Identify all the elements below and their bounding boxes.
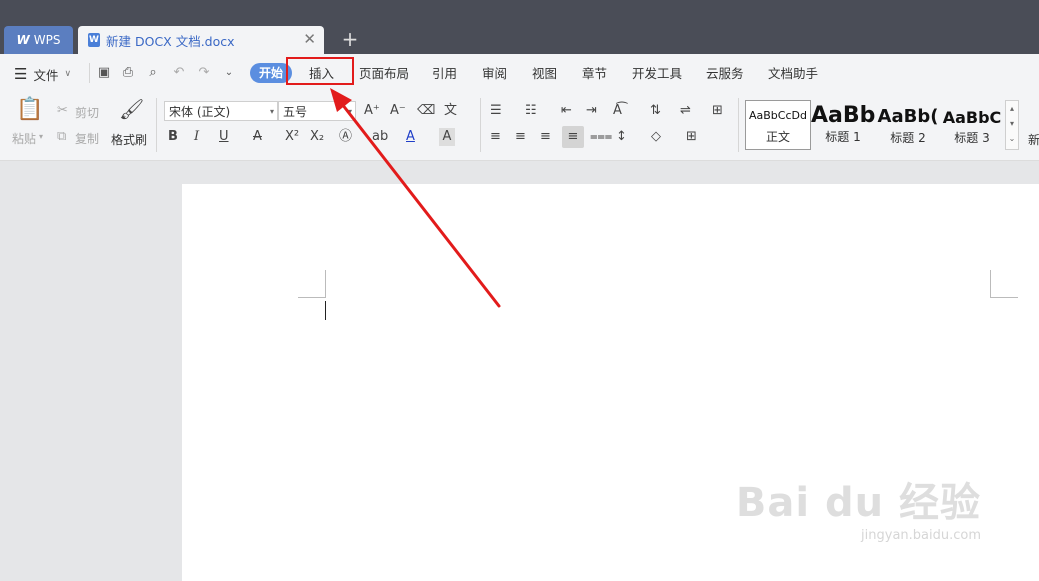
line-spacing-icon[interactable]: ↕ [616, 128, 627, 146]
style-heading-3-preview: AaBbC [942, 108, 1002, 127]
format-painter-icon[interactable]: 🖌 [119, 99, 144, 119]
watermark-sub: jingyan.baidu.com [861, 528, 981, 543]
cut-icon[interactable]: ✂ [57, 102, 68, 120]
numbered-list-icon[interactable]: ☷ [525, 102, 537, 120]
decrease-indent-icon[interactable]: ⇤ [561, 102, 572, 120]
menu-view[interactable]: 视图 [532, 64, 557, 84]
distributed-align-icon[interactable]: ⩶ [590, 128, 612, 146]
close-tab-icon[interactable]: ✕ [303, 30, 316, 48]
styles-scroll[interactable]: ▴ ▾ ⌄ [1005, 100, 1019, 150]
clear-format-icon[interactable]: ⌫ [417, 102, 435, 120]
increase-indent-icon[interactable]: ⇥ [586, 102, 597, 120]
hamburger-icon: ☰ [14, 65, 28, 83]
new-style-label[interactable]: 新 [1028, 131, 1039, 148]
menu-review[interactable]: 审阅 [482, 64, 507, 84]
font-name-select[interactable]: 宋体 (正文) ▾ [164, 101, 278, 121]
align-right-icon[interactable]: ≡ [540, 128, 551, 146]
cut-label[interactable]: 剪切 [75, 104, 99, 121]
font-size-select[interactable]: 五号 ▾ [278, 101, 356, 121]
copy-label[interactable]: 复制 [75, 130, 99, 147]
bullet-list-icon[interactable]: ☰ [490, 102, 502, 120]
style-normal-label: 正文 [765, 130, 790, 144]
underline-icon[interactable]: U [219, 128, 229, 146]
grow-font-icon[interactable]: A⁺ [364, 102, 380, 120]
align-center-icon[interactable]: ≡ [515, 128, 526, 146]
menu-section[interactable]: 章节 [582, 64, 607, 84]
shading-icon[interactable]: ◇ [651, 128, 661, 146]
justify-icon[interactable]: ≡ [562, 126, 584, 148]
style-heading-3-label: 标题 3 [954, 131, 990, 145]
highlight-color-icon[interactable]: ab [372, 128, 388, 146]
style-heading-1-preview: AaBb [811, 103, 875, 128]
save-icon[interactable]: ▣ [96, 65, 112, 81]
shrink-font-icon[interactable]: A⁻ [390, 102, 406, 120]
file-menu[interactable]: ☰ 文件 ∨ [14, 64, 71, 84]
superscript-icon[interactable]: X² [285, 128, 299, 146]
phonetic-guide-icon[interactable]: 文 [444, 102, 457, 120]
italic-icon[interactable]: I [194, 128, 199, 146]
document-icon: W [88, 33, 100, 47]
show-hide-marks-icon[interactable]: ⇌ [680, 102, 691, 120]
paste-label[interactable]: 粘贴 [12, 130, 36, 147]
wps-logo-icon: W [16, 33, 30, 47]
paste-icon[interactable]: 📋 [16, 99, 43, 121]
align-left-icon[interactable]: ≡ [490, 128, 501, 146]
annotation-highlight-box [286, 57, 354, 85]
format-painter-label[interactable]: 格式刷 [111, 131, 147, 148]
crop-mark-top-right [990, 270, 991, 298]
tab-wps-label: WPS [33, 33, 61, 47]
table-grid-icon[interactable]: ⊞ [712, 102, 723, 120]
print-icon[interactable]: ⎙ [120, 65, 136, 81]
crop-mark-top-right [990, 297, 1018, 298]
font-color-icon[interactable]: A [406, 128, 415, 146]
crop-mark-top-left [325, 270, 326, 298]
customize-toolbar-icon[interactable]: ⌄ [221, 65, 237, 81]
menu-references[interactable]: 引用 [432, 64, 457, 84]
style-normal[interactable]: AaBbCcDd 正文 [745, 100, 811, 150]
chinese-layout-icon[interactable]: A͡ [613, 102, 622, 120]
watermark-main: Bai du 经验 [735, 480, 981, 526]
tab-document-title: 新建 DOCX 文档.docx [106, 33, 235, 49]
new-tab-icon[interactable]: + [340, 27, 360, 51]
chevron-down-icon: ∨ [64, 69, 72, 79]
font-size-value: 五号 [283, 105, 308, 119]
redo-icon[interactable]: ↷ [196, 65, 212, 81]
style-heading-1-label: 标题 1 [825, 130, 861, 144]
font-name-value: 宋体 (正文) [169, 105, 231, 119]
tab-document[interactable]: W 新建 DOCX 文档.docx ✕ [78, 26, 324, 54]
chevron-down-icon: ▾ [347, 107, 352, 116]
menu-cloud-services[interactable]: 云服务 [706, 64, 744, 84]
subscript-icon[interactable]: X₂ [310, 128, 324, 146]
paste-dropdown-icon[interactable]: ▾ [39, 132, 43, 141]
copy-icon[interactable]: ⧉ [57, 128, 66, 146]
style-heading-3[interactable]: AaBbC 标题 3 [941, 100, 1003, 148]
crop-mark-top-left [298, 297, 326, 298]
borders-icon[interactable]: ⊞ [686, 128, 697, 146]
bold-icon[interactable]: B [168, 128, 178, 146]
chevron-down-icon: ▾ [269, 107, 274, 116]
sort-icon[interactable]: ⇅ [650, 102, 661, 120]
style-normal-preview: AaBbCcDd [749, 109, 807, 122]
menu-developer-tools[interactable]: 开发工具 [632, 64, 682, 84]
strikethrough-icon[interactable]: A [253, 128, 262, 146]
text-cursor [325, 301, 326, 320]
style-heading-2-label: 标题 2 [890, 131, 926, 145]
undo-icon[interactable]: ↶ [171, 65, 187, 81]
text-effect-icon[interactable]: Ⓐ [339, 128, 352, 146]
style-heading-1[interactable]: AaBb 标题 1 [811, 100, 875, 148]
style-heading-2-preview: AaBb( [877, 106, 939, 127]
print-preview-icon[interactable]: ⌕ [145, 65, 161, 81]
style-heading-2[interactable]: AaBb( 标题 2 [877, 100, 939, 148]
watermark: Bai du 经验 jingyan.baidu.com [736, 470, 981, 543]
menu-document-assistant[interactable]: 文档助手 [768, 64, 818, 84]
menu-page-layout[interactable]: 页面布局 [359, 64, 409, 84]
character-shading-icon[interactable]: A [439, 128, 455, 146]
tab-wps-home[interactable]: W WPS [4, 26, 73, 54]
file-menu-label: 文件 [33, 67, 59, 83]
